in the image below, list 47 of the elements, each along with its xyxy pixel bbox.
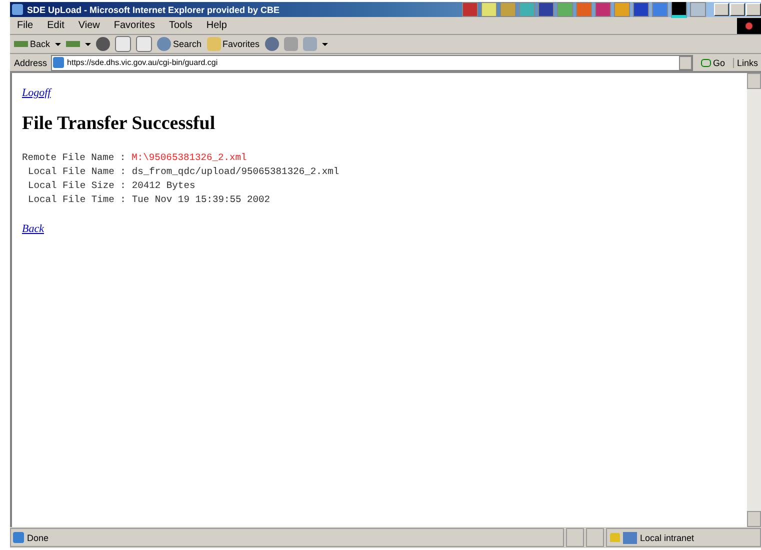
- home-button[interactable]: [136, 36, 152, 52]
- go-button[interactable]: Go: [696, 58, 729, 68]
- vertical-scrollbar[interactable]: [747, 73, 761, 527]
- intranet-icon: [623, 532, 637, 544]
- links-button[interactable]: Links: [732, 58, 761, 68]
- back-button[interactable]: Back: [14, 39, 50, 49]
- page-icon: [13, 532, 24, 543]
- menu-item[interactable]: View: [71, 20, 107, 31]
- maximize-button[interactable]: [730, 3, 745, 16]
- zone-text: Local intranet: [640, 532, 694, 542]
- favorites-button[interactable]: Favorites: [206, 37, 260, 51]
- field-value: M:\95065381326_2.xml: [132, 151, 247, 165]
- browser-icon: [12, 4, 23, 15]
- lock-icon: [610, 533, 620, 542]
- app-icon[interactable]: [671, 2, 687, 18]
- windows-logo-icon: [737, 18, 761, 34]
- window-title: SDE UpLoad - Microsoft Internet Explorer provided by CBE: [27, 4, 280, 14]
- close-button[interactable]: [746, 3, 761, 16]
- status-panel: [586, 528, 604, 547]
- edit-button[interactable]: [302, 37, 317, 51]
- address-label: Address: [14, 58, 48, 68]
- search-button[interactable]: Search: [157, 37, 202, 51]
- page-heading: File Transfer Successful: [22, 113, 216, 135]
- status-text: Done: [27, 532, 49, 542]
- field-label: Local File Time :: [28, 193, 126, 207]
- stop-button[interactable]: [96, 37, 110, 51]
- print-button[interactable]: [284, 37, 298, 51]
- field-label: Local File Size :: [28, 179, 126, 193]
- menu-item[interactable]: File: [10, 20, 40, 31]
- status-panel: [566, 528, 584, 547]
- menu-item[interactable]: Favorites: [106, 20, 162, 31]
- back-link[interactable]: Back: [22, 223, 44, 235]
- field-value: 20412 Bytes: [132, 179, 196, 193]
- field-value: ds_from_qdc/upload/95065381326_2.xml: [132, 165, 340, 179]
- field-label: Local File Name :: [28, 165, 126, 179]
- forward-button[interactable]: [66, 41, 80, 47]
- field-label: Remote File Name :: [22, 151, 126, 165]
- logoff-link[interactable]: Logoff: [22, 87, 51, 99]
- menu-item[interactable]: Tools: [162, 20, 200, 31]
- minimize-button[interactable]: [714, 3, 729, 16]
- history-button[interactable]: [264, 37, 279, 51]
- menu-item[interactable]: Edit: [40, 20, 72, 31]
- page-icon: [53, 57, 64, 68]
- field-value: Tue Nov 19 15:39:55 2002: [132, 193, 270, 207]
- menu-item[interactable]: Help: [199, 20, 234, 31]
- refresh-button[interactable]: [115, 36, 132, 52]
- address-field[interactable]: https://sde.dhs.vic.gov.au/cgi-bin/guard.cgi: [51, 54, 693, 70]
